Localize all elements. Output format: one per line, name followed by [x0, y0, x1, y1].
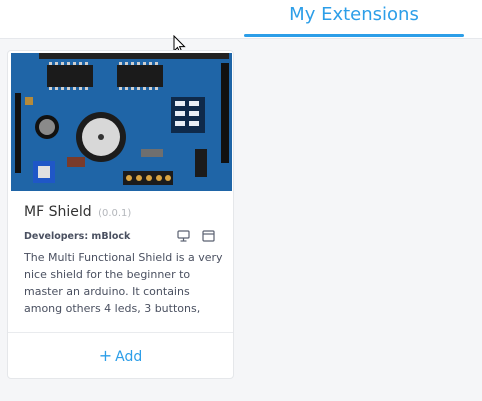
extension-developers: Developers: mBlock — [24, 231, 131, 242]
extension-card[interactable]: MF Shield (0.0.1) Developers: mBlock The… — [7, 50, 234, 379]
extension-version: (0.0.1) — [98, 208, 132, 219]
active-tab-indicator — [244, 34, 464, 37]
extension-title: MF Shield (0.0.1) — [24, 204, 131, 220]
extension-description: The Multi Functional Shield is a very ni… — [24, 251, 223, 315]
add-button[interactable]: + Add — [68, 345, 173, 367]
card-footer: + Add — [8, 332, 233, 378]
browser-window-icon — [202, 230, 215, 242]
add-button-label: Add — [115, 349, 143, 365]
desktop-icon — [177, 230, 190, 242]
extension-name: MF Shield — [24, 204, 92, 220]
plus-icon: + — [98, 346, 113, 365]
tab-my-extensions[interactable]: My Extensions — [244, 0, 464, 36]
extension-thumbnail — [11, 53, 232, 191]
top-bar: My Extensions — [0, 0, 482, 39]
